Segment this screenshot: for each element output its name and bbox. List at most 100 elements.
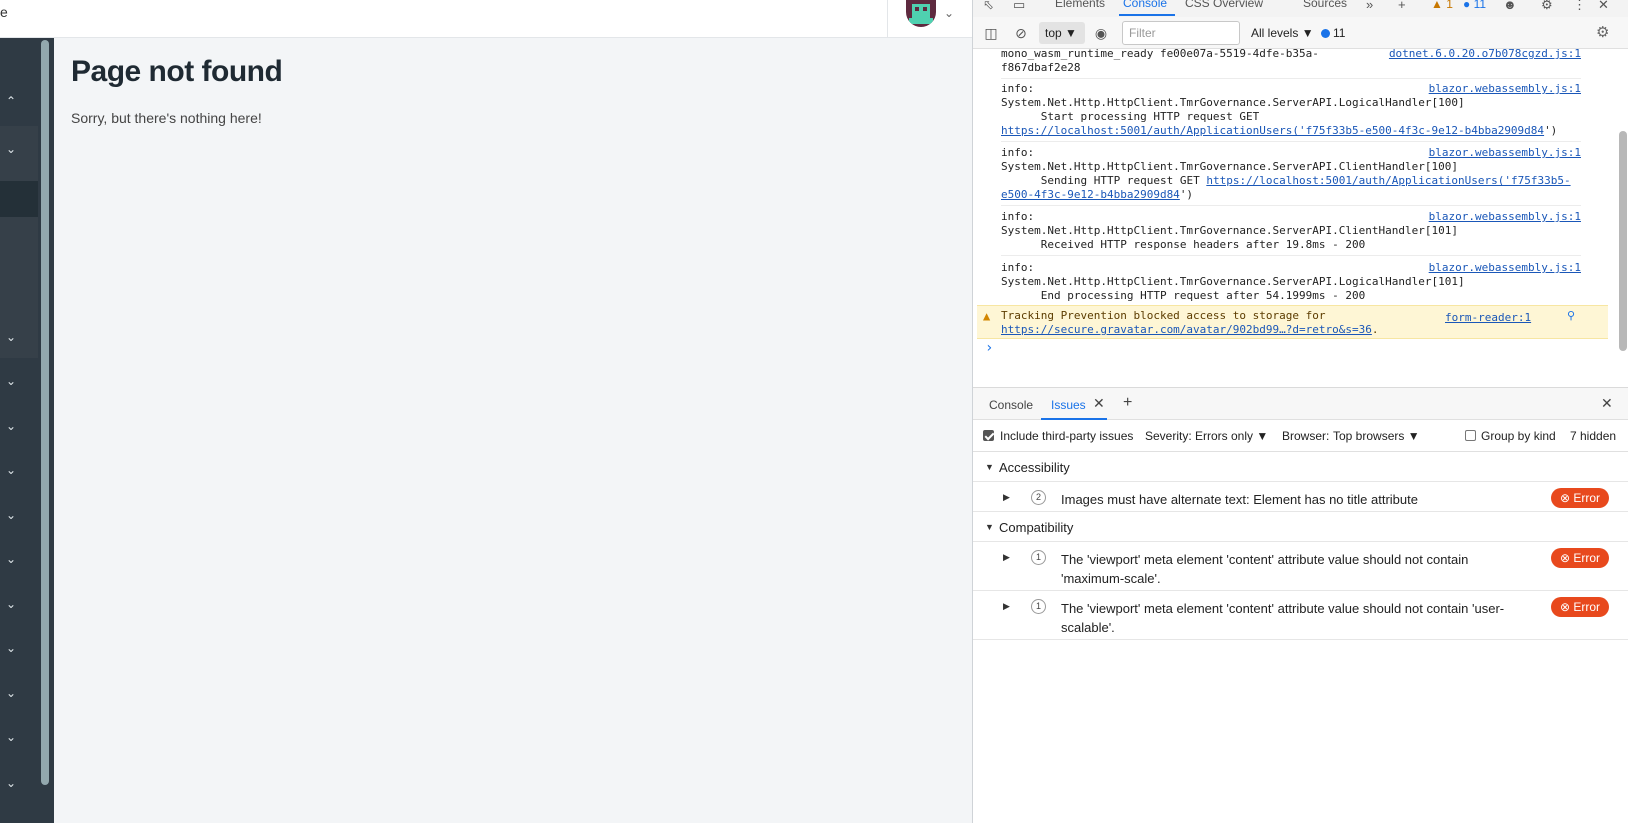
clear-console-icon[interactable]: ⊘ xyxy=(1011,23,1031,43)
tab-console[interactable]: Console xyxy=(1123,0,1167,10)
hidden-count[interactable]: 7 hidden xyxy=(1570,429,1616,443)
issue-group-compatibility[interactable]: ▼ Compatibility xyxy=(973,514,1628,542)
message-count-value: 11 xyxy=(1333,26,1346,40)
console-entry: dotnet.6.0.20.o7b078cgzd.js:1 mono_wasm_… xyxy=(1001,47,1581,79)
user-menu[interactable]: ⌄ xyxy=(887,0,972,38)
page-message: Sorry, but there's nothing here! xyxy=(71,110,262,126)
close-drawer-icon[interactable]: ✕ xyxy=(1601,395,1613,412)
close-tab-icon[interactable]: ✕ xyxy=(1093,395,1105,412)
tab-css-overview[interactable]: CSS Overview xyxy=(1185,0,1263,10)
chevron-down-icon[interactable]: ⌄ xyxy=(6,552,20,566)
expand-triangle-icon: ▼ xyxy=(985,522,994,532)
chevron-down-icon[interactable]: ⌄ xyxy=(6,463,20,477)
avatar[interactable] xyxy=(906,0,936,27)
chevron-down-icon[interactable]: ⌄ xyxy=(6,508,20,522)
tab-elements[interactable]: Elements xyxy=(1055,0,1105,10)
page-title: Page not found xyxy=(71,55,283,88)
topbar-cut-text: e xyxy=(0,4,8,20)
inspect-icon[interactable]: ⬁ xyxy=(983,0,994,13)
group-by-kind-label: Group by kind xyxy=(1481,429,1556,443)
chevron-down-icon[interactable]: ⌄ xyxy=(944,6,954,20)
error-label: Error xyxy=(1573,600,1601,614)
live-expression-icon[interactable]: ◉ xyxy=(1091,23,1111,43)
console-scroll-thumb[interactable] xyxy=(1619,131,1627,351)
chevron-down-icon[interactable]: ⌄ xyxy=(6,142,20,156)
issue-count: 1 xyxy=(1031,599,1046,614)
feedback-icon[interactable]: ☻ xyxy=(1503,0,1517,12)
console-source-link[interactable]: blazor.webassembly.js:1 xyxy=(1429,146,1581,160)
info-badge[interactable]: ● 11 xyxy=(1463,0,1486,11)
levels-dropdown[interactable]: All levels ▼ xyxy=(1251,26,1314,40)
console-prompt-icon[interactable]: › xyxy=(985,341,993,355)
device-toolbar-icon[interactable]: ▭ xyxy=(1013,0,1025,13)
chevron-down-icon[interactable]: ⌄ xyxy=(6,597,20,611)
chevron-down-icon[interactable]: ⌄ xyxy=(6,641,20,655)
issue-row[interactable]: ▶ 1 The 'viewport' meta element 'content… xyxy=(973,591,1628,640)
tab-sources[interactable]: Sources xyxy=(1303,0,1347,10)
sidebar-scrollbar[interactable] xyxy=(41,40,49,785)
collapse-triangle-icon: ▶ xyxy=(1003,601,1010,611)
main-content: Page not found Sorry, but there's nothin… xyxy=(54,38,972,823)
warning-url-link[interactable]: https://secure.gravatar.com/avatar/902bd… xyxy=(1001,323,1372,336)
console-entry: blazor.webassembly.js:1 info: System.Net… xyxy=(1001,146,1581,206)
console-toolbar: ◫ ⊘ top ▼ ◉ Filter All levels ▼ 11 ⚙ xyxy=(973,17,1628,49)
sidebar: ⌃ ⌄ ⌄ ⌄ ⌄ ⌄ ⌄ ⌄ ⌄ ⌄ ⌄ ⌄ ⌄ xyxy=(0,38,54,823)
warning-source-link[interactable]: form-reader:1 xyxy=(1445,311,1531,325)
issue-row[interactable]: ▶ 2 Images must have alternate text: Ele… xyxy=(973,482,1628,512)
chevron-down-icon[interactable]: ⌄ xyxy=(6,730,20,744)
sidebar-selected-item[interactable] xyxy=(0,181,38,217)
search-icon[interactable]: ⚲ xyxy=(1567,309,1575,323)
add-tab-icon[interactable]: + xyxy=(1123,394,1132,412)
group-by-kind-checkbox[interactable] xyxy=(1465,430,1476,441)
console-source-link[interactable]: blazor.webassembly.js:1 xyxy=(1429,210,1581,224)
collapse-triangle-icon: ▶ xyxy=(1003,492,1010,502)
collapse-triangle-icon: ▶ xyxy=(1003,552,1010,562)
issue-text: The 'viewport' meta element 'content' at… xyxy=(1061,552,1469,586)
issue-row[interactable]: ▶ 1 The 'viewport' meta element 'content… xyxy=(973,542,1628,591)
chevron-up-icon[interactable]: ⌃ xyxy=(6,94,20,108)
close-devtools-icon[interactable]: ✕ xyxy=(1598,0,1609,13)
warning-icon: ▲ xyxy=(983,309,991,323)
console-source-link[interactable]: blazor.webassembly.js:1 xyxy=(1429,82,1581,96)
chevron-down-icon[interactable]: ⌄ xyxy=(6,330,20,344)
issue-group-label: Accessibility xyxy=(999,460,1070,475)
include-third-party-checkbox[interactable] xyxy=(983,430,994,441)
severity-dropdown[interactable]: Errors only ▼ xyxy=(1195,429,1268,443)
more-options-icon[interactable]: ⋮ xyxy=(1573,0,1586,13)
issue-count: 2 xyxy=(1031,490,1046,505)
console-source-link[interactable]: blazor.webassembly.js:1 xyxy=(1429,261,1581,275)
browser-label: Browser: xyxy=(1282,429,1330,443)
severity-value: Errors only xyxy=(1195,429,1254,443)
console-message-tail: ') xyxy=(1179,188,1194,201)
settings-icon[interactable]: ⚙ xyxy=(1541,0,1553,13)
console-source-link[interactable]: dotnet.6.0.20.o7b078cgzd.js:1 xyxy=(1389,47,1581,61)
severity-label: Severity: xyxy=(1145,429,1192,443)
drawer-tab-console[interactable]: Console xyxy=(989,398,1033,412)
console-settings-icon[interactable]: ⚙ xyxy=(1596,23,1609,41)
sidebar-toggle-icon[interactable]: ◫ xyxy=(981,23,1001,43)
console-url-link[interactable]: https://localhost:5001/auth/ApplicationU… xyxy=(1001,124,1544,137)
message-count[interactable]: 11 xyxy=(1321,26,1345,40)
issues-toolbar: Include third-party issues Severity: Err… xyxy=(973,420,1628,452)
devtools-tab-bar: ⬁ ▭ Elements Console CSS Overview Source… xyxy=(973,0,1628,17)
browser-dropdown[interactable]: Top browsers ▼ xyxy=(1333,429,1420,443)
chevron-down-icon[interactable]: ⌄ xyxy=(6,374,20,388)
console-warning: ▲ Tracking Prevention blocked access to … xyxy=(977,305,1608,339)
context-select[interactable]: top ▼ xyxy=(1039,22,1085,44)
drawer-tab-issues[interactable]: Issues xyxy=(1051,398,1086,412)
console-message-tail: ') xyxy=(1544,124,1558,137)
issue-group-accessibility[interactable]: ▼ Accessibility xyxy=(973,454,1628,482)
chevron-down-icon[interactable]: ⌄ xyxy=(6,419,20,433)
levels-value: All levels xyxy=(1251,26,1299,40)
chevron-down-icon[interactable]: ⌄ xyxy=(6,776,20,790)
devtools-panel: ⬁ ▭ Elements Console CSS Overview Source… xyxy=(972,0,1628,823)
warning-badge[interactable]: ▲ 1 xyxy=(1431,0,1453,11)
drawer-tab-bar: Console Issues ✕ + ✕ xyxy=(973,387,1628,420)
filter-input[interactable]: Filter xyxy=(1122,21,1240,45)
plus-icon[interactable]: + xyxy=(1398,0,1406,12)
warning-count: 1 xyxy=(1446,0,1453,11)
more-tabs-icon[interactable]: » xyxy=(1366,0,1373,12)
filter-placeholder: Filter xyxy=(1129,26,1156,40)
console-scrollbar[interactable] xyxy=(1616,49,1628,379)
chevron-down-icon[interactable]: ⌄ xyxy=(6,686,20,700)
